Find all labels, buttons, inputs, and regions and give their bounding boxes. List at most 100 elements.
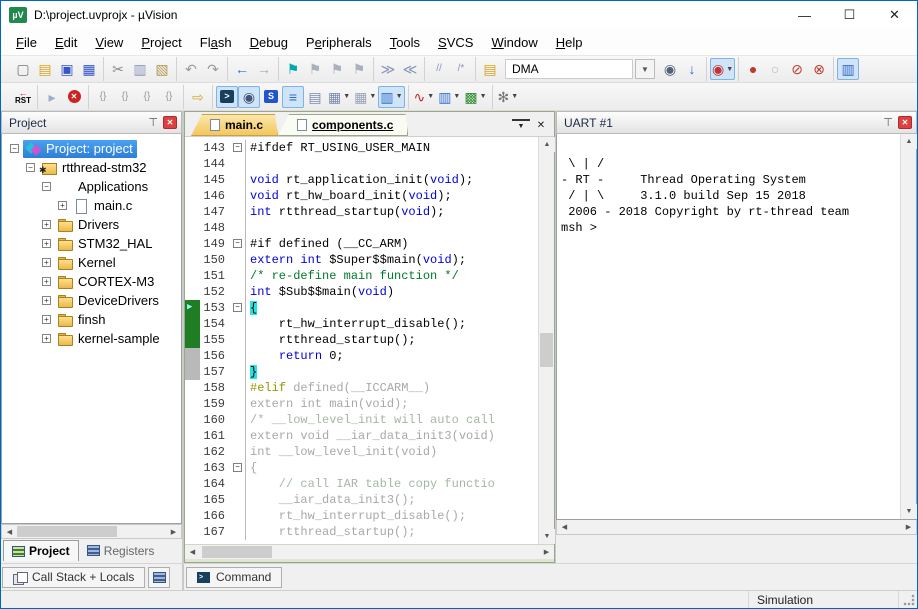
tree-item-applications[interactable]: −Applications xyxy=(2,177,181,196)
find-in-files-button[interactable]: ▤ xyxy=(479,58,501,80)
file-search-button[interactable]: ◉ xyxy=(659,58,681,80)
scroll-left-icon[interactable]: ◀ xyxy=(2,525,17,538)
scroll-left-icon[interactable]: ◀ xyxy=(185,545,200,559)
expand-icon[interactable]: + xyxy=(42,239,51,248)
analysis-window-button[interactable]: ▤ xyxy=(304,86,326,108)
scroll-down-icon[interactable]: ▼ xyxy=(901,504,917,519)
system-viewer-button[interactable]: ▥▼ xyxy=(436,86,462,108)
code-line-151[interactable]: 151/* re-define main function */ xyxy=(185,268,538,284)
copy-button[interactable]: ▥ xyxy=(129,58,151,80)
code-line-150[interactable]: 150extern int $Super$$main(void); xyxy=(185,252,538,268)
code-line-144[interactable]: 144 xyxy=(185,156,538,172)
tree-item-kernel[interactable]: +Kernel xyxy=(2,253,181,272)
close-document-icon[interactable]: ✕ xyxy=(532,116,550,134)
symbol-window-button[interactable]: S xyxy=(260,86,282,108)
tree-item-finsh[interactable]: +finsh xyxy=(2,310,181,329)
undo-button[interactable]: ↶ xyxy=(180,58,202,80)
uart-hscrollbar[interactable]: ◀ ▶ xyxy=(556,520,917,535)
menu-edit[interactable]: Edit xyxy=(46,31,86,54)
show-next-statement-button[interactable]: ⇨ xyxy=(187,86,209,108)
dropdown-arrow-icon[interactable]: ▼ xyxy=(343,93,350,100)
debug-session-button[interactable]: ◉▼ xyxy=(710,58,735,80)
scroll-right-icon[interactable]: ▶ xyxy=(166,525,181,538)
expand-icon[interactable]: + xyxy=(42,334,51,343)
expand-icon[interactable]: + xyxy=(42,296,51,305)
document-list-icon[interactable]: ▼ xyxy=(512,119,530,131)
toolbox-button[interactable]: ▩▼ xyxy=(462,86,488,108)
pin-icon[interactable]: ⊤ xyxy=(878,116,898,129)
code-editor[interactable]: 143−#ifdef RT_USING_USER_MAIN144145void … xyxy=(185,137,538,544)
code-line-149[interactable]: 149−#if defined (__CC_ARM) xyxy=(185,236,538,252)
code-line-145[interactable]: 145void rt_application_init(void); xyxy=(185,172,538,188)
tree-item-devicedrivers[interactable]: +DeviceDrivers xyxy=(2,291,181,310)
code-line-161[interactable]: 161extern void __iar_data_init3(void) xyxy=(185,428,538,444)
comment-button[interactable]: // xyxy=(428,58,450,80)
save-button[interactable]: ▣ xyxy=(56,58,78,80)
command-window-button[interactable]: > xyxy=(216,86,238,108)
tab-command[interactable]: > Command xyxy=(186,567,282,588)
navigate-forward-button[interactable]: → xyxy=(253,58,275,80)
disable-all-breakpoints-button[interactable]: ⊘ xyxy=(786,58,808,80)
fold-collapse-icon[interactable]: − xyxy=(233,143,242,152)
code-line-163[interactable]: 163−{ xyxy=(185,460,538,476)
dropdown-arrow-icon[interactable]: ▼ xyxy=(511,93,518,100)
menu-peripherals[interactable]: Peripherals xyxy=(297,31,381,54)
reset-cpu-button[interactable]: ←RST xyxy=(12,86,34,108)
serial-window-button[interactable]: ≡ xyxy=(282,86,304,108)
logic-analyzer-button[interactable]: ∿▼ xyxy=(412,86,437,108)
tree-item-project-project[interactable]: −Project: project xyxy=(2,139,181,158)
scroll-right-icon[interactable]: ▶ xyxy=(539,545,554,559)
uncomment-button[interactable]: /* xyxy=(450,58,472,80)
tab-project[interactable]: Project xyxy=(3,540,79,561)
disassembly-window-button[interactable]: ◉ xyxy=(238,86,260,108)
fold-collapse-icon[interactable]: − xyxy=(233,239,242,248)
code-line-162[interactable]: 162int __low_level_init(void) xyxy=(185,444,538,460)
pin-icon[interactable]: ⊤ xyxy=(143,116,163,129)
uart-close-icon[interactable]: ✕ xyxy=(898,116,912,129)
menu-svcs[interactable]: SVCS xyxy=(429,31,482,54)
kill-all-breakpoints-button[interactable]: ⊗ xyxy=(808,58,830,80)
dropdown-arrow-icon[interactable]: ▼ xyxy=(480,93,487,100)
find-button[interactable]: ↓ xyxy=(681,58,703,80)
code-line-147[interactable]: 147int rtthread_startup(void); xyxy=(185,204,538,220)
serial-windows-button[interactable]: ▥▼ xyxy=(378,86,404,108)
step-over-button[interactable]: {} xyxy=(114,86,136,108)
new-file-button[interactable]: ▢ xyxy=(12,58,34,80)
dropdown-arrow-icon[interactable]: ▼ xyxy=(726,66,733,73)
code-line-153[interactable]: 153−{ xyxy=(185,300,538,316)
insert-breakpoint-button[interactable]: ● xyxy=(742,58,764,80)
project-hscrollbar[interactable]: ◀ ▶ xyxy=(1,524,182,539)
minimize-button[interactable]: — xyxy=(782,1,827,29)
run-button[interactable]: ▸ xyxy=(41,86,63,108)
dropdown-arrow-icon[interactable]: ▼ xyxy=(369,93,376,100)
scroll-down-icon[interactable]: ▼ xyxy=(539,529,555,544)
indent-button[interactable]: ≫ xyxy=(377,58,399,80)
code-line-156[interactable]: 156 return 0; xyxy=(185,348,538,364)
expand-icon[interactable]: + xyxy=(42,277,51,286)
code-line-143[interactable]: 143−#ifdef RT_USING_USER_MAIN xyxy=(185,140,538,156)
dropdown-arrow-icon[interactable]: ▼ xyxy=(396,93,403,100)
prev-bookmark-button[interactable]: ⚑ xyxy=(304,58,326,80)
code-line-152[interactable]: 152int $Sub$$main(void) xyxy=(185,284,538,300)
toggle-bookmark-button[interactable]: ⚑ xyxy=(282,58,304,80)
run-to-line-button[interactable]: {} xyxy=(158,86,180,108)
tab-call-stack-locals[interactable]: Call Stack + Locals xyxy=(2,567,145,588)
collapse-icon[interactable]: − xyxy=(10,144,19,153)
memory-window-button[interactable]: ▦▼ xyxy=(352,86,378,108)
code-line-166[interactable]: 166 rt_hw_interrupt_disable(); xyxy=(185,508,538,524)
tree-item-kernel-sample[interactable]: +kernel-sample xyxy=(2,329,181,348)
code-line-164[interactable]: 164 // call IAR table copy functio xyxy=(185,476,538,492)
step-button[interactable]: {} xyxy=(92,86,114,108)
paste-button[interactable]: ▧ xyxy=(151,58,173,80)
stop-button[interactable]: ✕ xyxy=(63,86,85,108)
expand-icon[interactable]: + xyxy=(42,258,51,267)
chevron-down-icon[interactable]: ▼ xyxy=(635,59,655,79)
editor-tab-main-c[interactable]: main.c xyxy=(191,114,278,136)
debug-settings-button[interactable]: ✻▼ xyxy=(496,86,521,108)
menu-file[interactable]: File xyxy=(7,31,46,54)
project-window-button[interactable]: ▥ xyxy=(837,58,859,80)
tree-item-drivers[interactable]: +Drivers xyxy=(2,215,181,234)
maximize-button[interactable]: ☐ xyxy=(827,1,872,29)
fold-collapse-icon[interactable]: − xyxy=(233,463,242,472)
uart-terminal[interactable]: \ | / - RT - Thread Operating System / |… xyxy=(556,134,917,520)
